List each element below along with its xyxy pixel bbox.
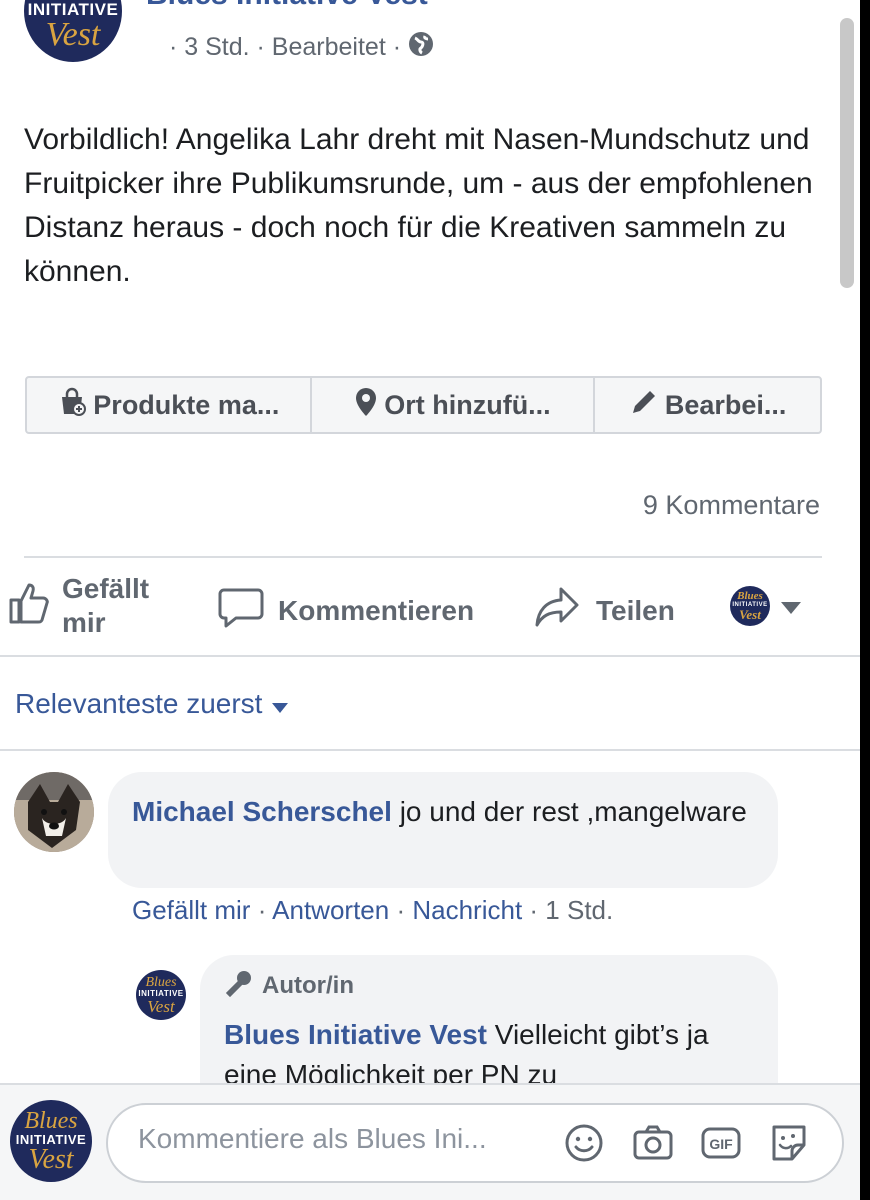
like-label: Gefällt mir	[62, 573, 150, 638]
tag-products-button[interactable]: Produkte ma...	[27, 378, 312, 432]
like-button[interactable]: Gefällt mir	[8, 572, 172, 640]
comment-composer: GIF	[106, 1103, 844, 1183]
post-tag-bar: Produkte ma... Ort hinzufü... Bearbei...	[25, 376, 822, 434]
separator: ·	[257, 895, 273, 925]
avatar-logo-line: Vest	[45, 15, 101, 53]
avatar-logo-line: Vest	[147, 996, 175, 1016]
share-arrow-icon	[534, 584, 580, 637]
avatar-logo-line: Blues	[145, 974, 177, 990]
commenter-avatar[interactable]	[14, 772, 94, 852]
reply-avatar[interactable]: Blues INITIATIVE Vest	[136, 970, 186, 1020]
comment-reply-link[interactable]: Antworten	[272, 895, 389, 925]
camera-icon[interactable]	[632, 1123, 673, 1163]
emoji-icon[interactable]	[564, 1123, 604, 1163]
location-pin-icon	[354, 387, 378, 424]
post-author-name[interactable]: Blues Initiative Vest	[146, 0, 428, 12]
pencil-icon	[629, 387, 659, 424]
comment-like-link[interactable]: Gefällt mir	[132, 895, 250, 925]
divider	[0, 655, 860, 657]
svg-text:GIF: GIF	[709, 1136, 733, 1152]
page-avatar-small: Blues INITIATIVE Vest	[730, 586, 770, 626]
globe-icon	[407, 30, 435, 65]
avatar-logo-line: Vest	[739, 607, 761, 622]
comment-author[interactable]: Michael Scherschel	[132, 796, 392, 827]
comment-bubble[interactable]: Michael Scherschel jo und der rest ,mang…	[108, 772, 778, 888]
comment-label: Kommentieren	[278, 594, 475, 626]
author-badge-label: Autor/in	[262, 972, 354, 999]
thumbs-up-icon	[8, 580, 54, 633]
post-as-selector[interactable]: Blues INITIATIVE Vest	[730, 586, 802, 626]
tag-label: Ort hinzufü...	[384, 389, 551, 420]
divider	[24, 556, 822, 558]
comment-sort-dropdown[interactable]: Relevanteste zuerst	[15, 688, 289, 720]
reply-author[interactable]: Blues Initiative Vest	[224, 1019, 487, 1050]
tag-location-button[interactable]: Ort hinzufü...	[312, 378, 596, 432]
comments-count[interactable]: 9 Kommentare	[643, 490, 820, 521]
tag-edit-button[interactable]: Bearbei...	[595, 378, 820, 432]
tag-label: Bearbei...	[664, 389, 787, 420]
sticker-icon[interactable]	[768, 1123, 808, 1163]
scrollbar[interactable]	[840, 18, 854, 288]
caret-down-icon	[272, 688, 289, 720]
tag-label: Produkte ma...	[93, 389, 280, 420]
avatar-logo-line: Blues	[737, 590, 763, 602]
microphone-icon	[224, 968, 254, 1005]
avatar-logo-line: INITIATIVE	[27, 0, 119, 19]
comment-time[interactable]: · 1 Std.	[529, 895, 613, 925]
sort-label: Relevanteste zuerst	[15, 688, 263, 719]
comment-actions: Gefällt mir · Antworten · Nachricht · 1 …	[132, 895, 613, 926]
speech-bubble-icon	[218, 584, 264, 637]
post-meta: · 3 Std. · Bearbeitet ·	[169, 30, 435, 65]
comment-input[interactable]	[138, 1123, 548, 1155]
separator: ·	[396, 895, 413, 925]
divider	[0, 749, 860, 751]
author-badge: Autor/in	[224, 969, 754, 1003]
shopping-bag-icon	[57, 387, 87, 424]
comment-text: jo und der rest ,mangelware	[399, 796, 747, 827]
caret-down-icon	[780, 590, 802, 622]
comment-button[interactable]: Kommentieren	[218, 584, 474, 637]
avatar-logo-line: Blues	[24, 1107, 78, 1134]
comment-message-link[interactable]: Nachricht	[412, 895, 522, 925]
page-avatar[interactable]: Blues INITIATIVE Vest	[24, 0, 122, 62]
composer-avatar[interactable]: Blues INITIATIVE Vest	[10, 1100, 92, 1182]
post-time[interactable]: · 3 Std. · Bearbeitet ·	[169, 33, 401, 62]
share-button[interactable]: Teilen	[534, 584, 675, 637]
share-label: Teilen	[596, 594, 675, 626]
post-text: Vorbildlich! Angelika Lahr dreht mit Nas…	[24, 123, 813, 288]
post-actions: Gefällt mir Kommentieren Teilen Blues IN…	[0, 570, 860, 650]
facebook-post-screen: Blues INITIATIVE Vest Blues Initiative V…	[0, 0, 860, 1200]
avatar-logo-line: Vest	[28, 1143, 74, 1175]
gif-icon[interactable]: GIF	[700, 1123, 741, 1163]
